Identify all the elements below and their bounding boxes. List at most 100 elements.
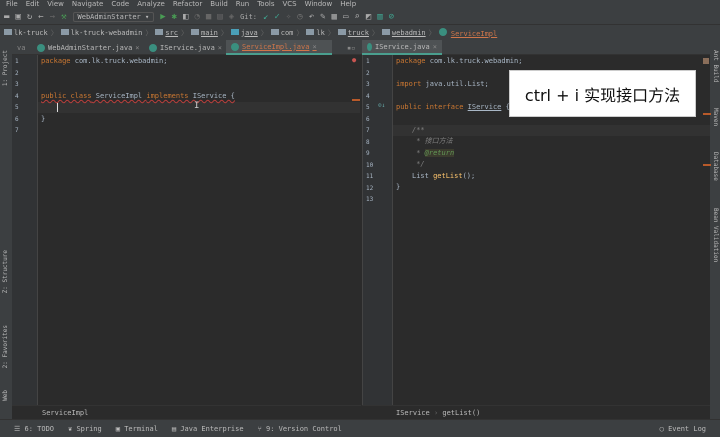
close-icon[interactable]: ×	[312, 43, 316, 51]
history-icon[interactable]: ◷	[297, 12, 302, 22]
attach-icon[interactable]: ▤	[217, 12, 222, 22]
line-number: 4	[366, 92, 370, 100]
mouse-ibeam-cursor: I	[194, 101, 200, 111]
event-log-button[interactable]: ◯ Event Log	[660, 425, 706, 433]
code-line: List getList();	[412, 172, 476, 180]
menu-build[interactable]: Build	[210, 0, 228, 8]
breadcrumb-item[interactable]: truck	[337, 28, 369, 37]
menu-file[interactable]: File	[6, 0, 18, 8]
footer-crumb[interactable]: ServiceImpl	[42, 409, 88, 417]
package-icon	[270, 28, 279, 35]
menu-window[interactable]: Window	[305, 0, 333, 8]
error-indicator-icon[interactable]: ●	[352, 56, 356, 64]
right-editor-breadcrumb: IService › getList()	[362, 405, 710, 419]
menu-navigate[interactable]: Navigate	[72, 0, 103, 8]
menu-help[interactable]: Help	[340, 0, 356, 8]
implemented-gutter-icon[interactable]: ⊙↓	[378, 102, 385, 109]
warning-stripe-mark[interactable]	[703, 113, 711, 115]
menu-vcs[interactable]: VCS	[282, 0, 296, 8]
version-control-tool-button[interactable]: ⑂ 9: Version Control	[258, 425, 342, 433]
coverage-icon[interactable]: ◧	[183, 12, 188, 22]
footer-crumb[interactable]: getList()	[442, 409, 480, 417]
open-folder-icon[interactable]: ▬	[4, 12, 9, 22]
tab-iservice-right[interactable]: IService.java ×	[362, 40, 442, 55]
tab-iservice[interactable]: IService.java ×	[144, 40, 227, 55]
line-number: 6	[366, 115, 370, 123]
tab-overflow[interactable]: va	[12, 40, 30, 55]
spring-tool-button[interactable]: ❦ Spring	[68, 425, 102, 433]
project-tool-button[interactable]: 1: Project	[2, 50, 9, 86]
footer-crumb[interactable]: IService	[396, 409, 430, 417]
structure-tool-button[interactable]: Z: Structure	[2, 250, 9, 293]
tab-serviceimpl[interactable]: ServiceImpl.java ×	[226, 40, 332, 55]
breadcrumb-item[interactable]: com	[270, 28, 293, 37]
todo-tool-button[interactable]: ☰ 6: TODO	[14, 425, 54, 433]
breadcrumb: lk-truck 〉 lk-truck-webadmin 〉 src 〉 main 〉 …	[0, 25, 720, 40]
breadcrumb-item[interactable]: lk	[306, 28, 325, 37]
error-stripe-mark[interactable]	[352, 99, 360, 101]
line-number: 5	[15, 104, 19, 111]
git-compare-icon[interactable]: ✧	[286, 12, 291, 22]
save-icon[interactable]: ▣	[15, 12, 20, 22]
terminal-icon: ▣	[115, 424, 120, 433]
profile-icon[interactable]: ◔	[194, 12, 199, 22]
code-line: public class ServiceImpl implements ISer…	[41, 92, 235, 100]
line-number: 6	[15, 115, 19, 123]
menu-analyze[interactable]: Analyze	[137, 0, 165, 8]
breadcrumb-item[interactable]: lk-truck	[4, 28, 48, 37]
line-number: 1	[366, 58, 370, 65]
warning-stripe-mark[interactable]	[703, 164, 711, 166]
close-icon[interactable]: ×	[135, 44, 139, 52]
breadcrumb-item[interactable]: webadmin	[381, 28, 426, 37]
close-icon[interactable]: ×	[433, 43, 437, 51]
menu-code[interactable]: Code	[111, 0, 129, 8]
rollback-icon[interactable]: ↶	[309, 12, 314, 22]
close-icon[interactable]: ×	[218, 44, 222, 52]
plugin-icon[interactable]: ▥	[377, 12, 382, 22]
class-icon	[37, 43, 45, 52]
web-tool-button[interactable]: Web	[2, 390, 9, 401]
terminal-tool-button[interactable]: ▣ Terminal	[116, 425, 158, 433]
event-log-icon: ◯	[659, 424, 664, 433]
menu-tools[interactable]: Tools	[257, 0, 274, 8]
menu-refactor[interactable]: Refactor	[173, 0, 202, 8]
debug-icon[interactable]: ✱	[172, 12, 177, 22]
stop-icon[interactable]: ■	[206, 12, 211, 22]
no-icon[interactable]: ⊘	[389, 12, 394, 22]
breadcrumb-item[interactable]: main	[191, 28, 218, 37]
forward-icon[interactable]: →	[50, 12, 55, 22]
run-config-select[interactable]: WebAdminStarter ▾	[72, 11, 155, 22]
ant-build-tool-button[interactable]: Ant Build	[712, 50, 719, 83]
build-hammer-icon[interactable]: ⚒	[61, 12, 66, 22]
inspection-indicator-icon[interactable]	[703, 58, 709, 64]
sync-icon[interactable]: ↻	[27, 12, 32, 22]
git-update-icon[interactable]: ↙	[263, 12, 268, 22]
back-icon[interactable]: ←	[38, 12, 43, 22]
git-label: Git:	[240, 12, 257, 21]
settings-wrench-icon[interactable]: ✎	[320, 12, 325, 22]
breadcrumb-item[interactable]: ServiceImpl	[438, 27, 497, 38]
line-number: 7	[366, 127, 370, 134]
java-enterprise-tool-button[interactable]: ▤ Java Enterprise	[172, 425, 244, 433]
tab-webadminstarter[interactable]: WebAdminStarter.java ×	[32, 40, 145, 55]
favorites-tool-button[interactable]: 2: Favorites	[2, 325, 9, 368]
breadcrumb-item[interactable]: src	[155, 28, 178, 37]
git-commit-icon[interactable]: ✓	[274, 12, 279, 22]
breadcrumb-item[interactable]: java	[230, 28, 258, 37]
maven-tool-button[interactable]: Maven	[712, 108, 719, 126]
breadcrumb-item[interactable]: lk-truck-webadmin	[60, 28, 142, 37]
menu-view[interactable]: View	[47, 0, 64, 8]
vcs-icon[interactable]: ◩	[366, 12, 371, 22]
project-structure-icon[interactable]: ▦	[332, 12, 337, 22]
line-number: 2	[15, 69, 19, 77]
bean-validation-tool-button[interactable]: Bean Validation	[712, 208, 719, 262]
deploy-icon[interactable]: ◈	[229, 12, 234, 22]
run-icon[interactable]: ▶	[160, 12, 165, 22]
left-editor[interactable]: 1 2 3 4 5 6 7 package com.lk.truck.webadmin; p…	[12, 55, 360, 405]
search-icon[interactable]: ⌕	[354, 12, 359, 22]
menu-edit[interactable]: Edit	[26, 0, 40, 8]
terminal-icon[interactable]: ▭	[343, 12, 348, 22]
database-tool-button[interactable]: Database	[712, 152, 719, 181]
menu-run[interactable]: Run	[236, 0, 249, 8]
split-icon[interactable]: ▪▫	[342, 40, 360, 55]
